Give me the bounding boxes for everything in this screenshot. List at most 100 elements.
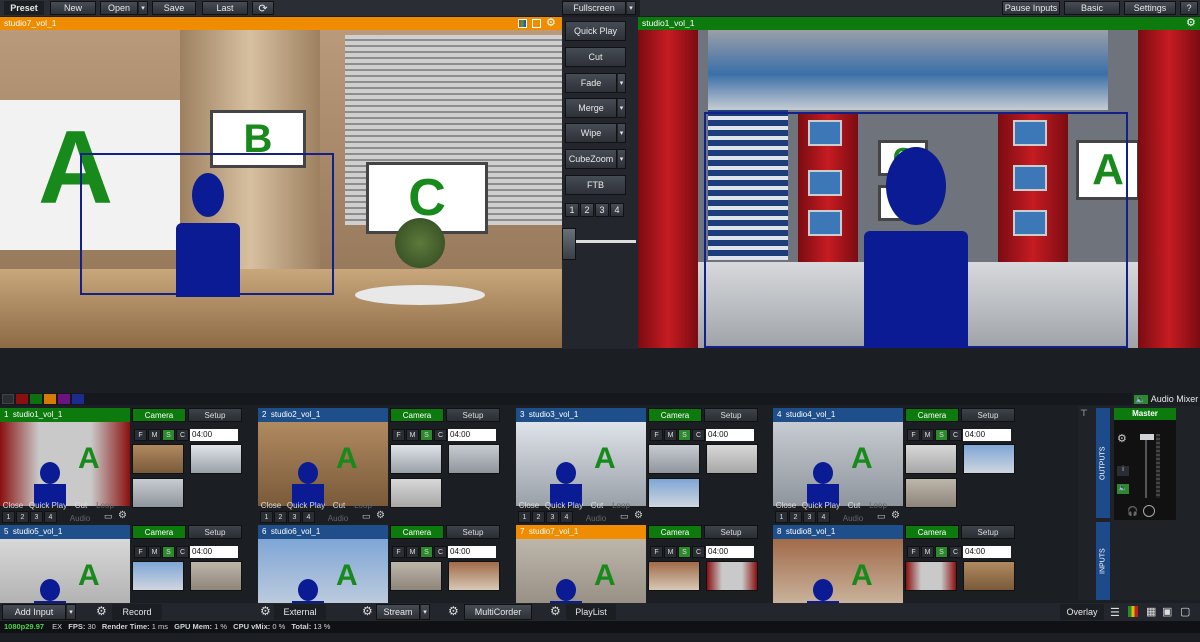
layer-thumb[interactable]	[648, 561, 700, 591]
input-title[interactable]: 1 studio1_vol_1	[0, 408, 130, 422]
overlay-2-button[interactable]: 2	[274, 511, 287, 523]
color-tag-green[interactable]	[30, 394, 42, 404]
duration-input[interactable]: 04:00	[706, 546, 754, 558]
gear-icon[interactable]: ⚙	[118, 510, 127, 521]
layer-thumb[interactable]	[190, 561, 242, 591]
camera-button[interactable]: Camera	[390, 408, 444, 422]
input-thumbnail[interactable]: A	[773, 422, 903, 506]
camera-button[interactable]: Camera	[132, 408, 186, 422]
refresh-icon[interactable]: ⟳	[252, 1, 274, 15]
loop-button[interactable]: Loop	[351, 498, 375, 512]
master-fader[interactable]	[1140, 434, 1154, 440]
layer-thumb[interactable]	[706, 444, 758, 474]
record-gear-icon[interactable]: ⚙	[96, 604, 107, 618]
pause-inputs-button[interactable]: Pause Inputs	[1002, 1, 1060, 15]
layer-thumb[interactable]	[448, 444, 500, 474]
loop-button[interactable]: Loop	[93, 498, 117, 512]
external-button[interactable]: External	[274, 604, 326, 620]
s-button[interactable]: S	[678, 429, 691, 441]
cubezoom-button[interactable]: CubeZoom	[565, 149, 617, 169]
gear-icon[interactable]: ⚙	[634, 510, 643, 521]
monitor-icon[interactable]: ▭	[104, 511, 113, 522]
overlay-1-button[interactable]: 1	[260, 511, 273, 523]
duration-input[interactable]: 04:00	[190, 546, 238, 558]
fade-dropdown-arrow-icon[interactable]: ▾	[617, 73, 626, 93]
transition-page-3[interactable]: 3	[595, 203, 609, 217]
layer-thumb[interactable]	[132, 478, 184, 508]
monitor-icon[interactable]: ▭	[362, 511, 371, 522]
add-input-dropdown-arrow-icon[interactable]: ▾	[66, 604, 76, 620]
overlay-2-button[interactable]: 2	[16, 511, 29, 523]
duration-input[interactable]: 04:00	[963, 546, 1011, 558]
fullscreen-view-icon[interactable]: ▢	[1180, 605, 1190, 618]
setup-button[interactable]: Setup	[446, 525, 500, 539]
m-button[interactable]: M	[148, 429, 161, 441]
c-button[interactable]: C	[434, 546, 447, 558]
multicorder-gear-icon[interactable]: ⚙	[448, 604, 459, 618]
layer-thumb[interactable]	[132, 561, 184, 591]
fullscreen-dropdown-arrow-icon[interactable]: ▾	[626, 1, 636, 15]
gear-icon[interactable]: ⚙	[546, 16, 556, 29]
input-title[interactable]: 4 studio4_vol_1	[773, 408, 903, 422]
setup-button[interactable]: Setup	[961, 525, 1015, 539]
cut-button[interactable]: Cut	[70, 498, 92, 512]
layer-thumb[interactable]	[648, 478, 700, 508]
overlay-3-button[interactable]: 3	[30, 511, 43, 523]
c-button[interactable]: C	[434, 429, 447, 441]
record-button[interactable]: Record	[112, 604, 162, 620]
m-button[interactable]: M	[148, 546, 161, 558]
gear-icon[interactable]: ⚙	[1117, 432, 1127, 445]
input-title[interactable]: 3 studio3_vol_1	[516, 408, 646, 422]
new-button[interactable]: New	[50, 1, 96, 15]
color-tag-blue[interactable]	[72, 394, 84, 404]
basic-button[interactable]: Basic	[1064, 1, 1120, 15]
s-button[interactable]: S	[162, 429, 175, 441]
gear-icon[interactable]: ⚙	[1186, 16, 1196, 29]
f-button[interactable]: F	[392, 429, 405, 441]
stream-dropdown-arrow-icon[interactable]: ▾	[420, 604, 430, 620]
transition-page-1[interactable]: 1	[565, 203, 579, 217]
f-button[interactable]: F	[907, 429, 920, 441]
window-icon[interactable]	[532, 19, 541, 28]
overlay-2-button[interactable]: 2	[789, 511, 802, 523]
overlay-3-button[interactable]: 3	[546, 511, 559, 523]
quick-play-button[interactable]: Quick Play	[565, 21, 626, 41]
s-button[interactable]: S	[420, 546, 433, 558]
s-button[interactable]: S	[935, 546, 948, 558]
m-button[interactable]: M	[406, 546, 419, 558]
duration-input[interactable]: 04:00	[706, 429, 754, 441]
input-title[interactable]: 2 studio2_vol_1	[258, 408, 388, 422]
input-thumbnail[interactable]: A	[258, 422, 388, 506]
multicorder-button[interactable]: MultiCorder	[464, 604, 532, 620]
setup-button[interactable]: Setup	[704, 525, 758, 539]
setup-button[interactable]: Setup	[704, 408, 758, 422]
settings-button[interactable]: Settings	[1124, 1, 1176, 15]
overlay-button[interactable]: Overlay	[1060, 604, 1104, 620]
f-button[interactable]: F	[134, 429, 147, 441]
audio-button[interactable]: Audio	[318, 511, 358, 525]
grid-view-icon[interactable]: ▦	[1146, 605, 1156, 618]
camera-button[interactable]: Camera	[390, 525, 444, 539]
quick-play-button[interactable]: Quick Play	[285, 498, 327, 512]
layer-thumb[interactable]	[905, 478, 957, 508]
overlay-1-button[interactable]: 1	[775, 511, 788, 523]
inputs-tab[interactable]: INPUTS	[1096, 522, 1110, 600]
audio-button[interactable]: Audio	[576, 511, 616, 525]
pin-icon[interactable]: ⊤	[1080, 408, 1092, 420]
input-tile-1[interactable]: 1 studio1_vol_1 A Camera Setup F M S C 0…	[0, 408, 257, 525]
overlay-4-button[interactable]: 4	[560, 511, 573, 523]
layer-thumb[interactable]	[390, 444, 442, 474]
monitor-icon[interactable]: ▭	[877, 511, 886, 522]
open-dropdown-arrow-icon[interactable]: ▾	[138, 1, 148, 15]
camera-button[interactable]: Camera	[132, 525, 186, 539]
overlay-4-button[interactable]: 4	[302, 511, 315, 523]
quick-play-button[interactable]: Quick Play	[27, 498, 69, 512]
help-button[interactable]: ?	[1180, 1, 1198, 15]
gear-icon[interactable]: ⚙	[891, 510, 900, 521]
output-video[interactable]: C C A	[638, 30, 1200, 348]
layer-thumb[interactable]	[963, 444, 1015, 474]
overlay-4-button[interactable]: 4	[44, 511, 57, 523]
stream-button[interactable]: Stream	[376, 604, 420, 620]
layer-thumb[interactable]	[390, 478, 442, 508]
cut-button[interactable]: Cut	[843, 498, 865, 512]
